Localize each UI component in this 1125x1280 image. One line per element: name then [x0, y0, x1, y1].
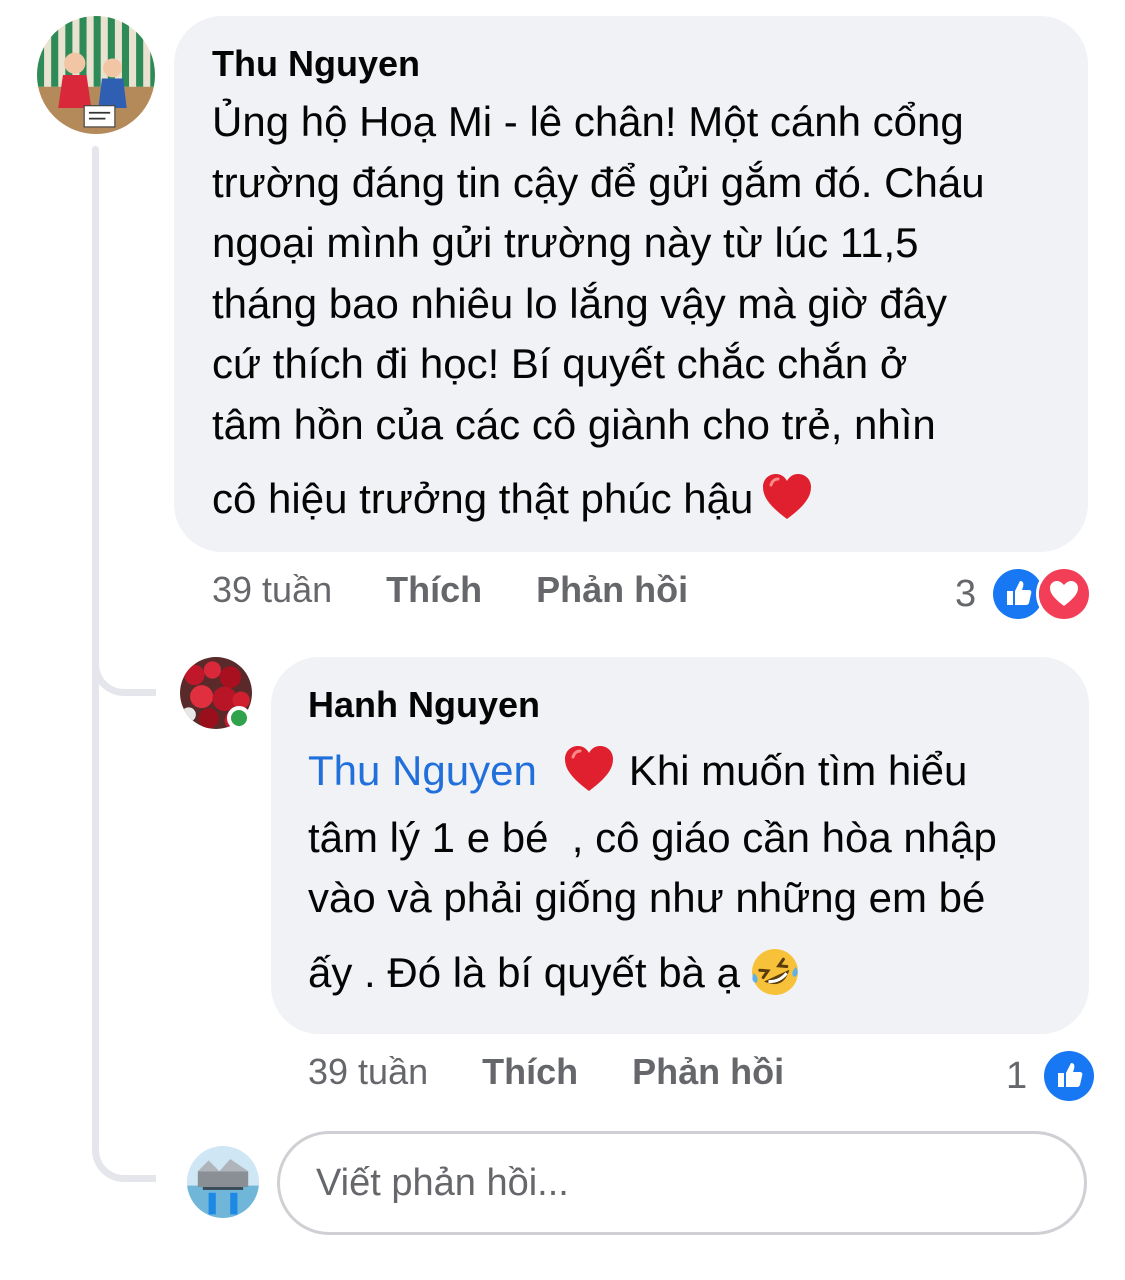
- avatar-thu-nguyen[interactable]: [37, 16, 155, 134]
- reply-text-line: tâm lý 1 e bé , cô giáo cần hòa nhập: [308, 813, 997, 861]
- reaction-count: 3: [955, 572, 977, 615]
- mention-link[interactable]: Thu Nguyen: [308, 747, 537, 794]
- comment-time[interactable]: 39 tuần: [212, 570, 332, 610]
- heart-emoji-icon: [563, 745, 615, 793]
- comment-bubble: Thu Nguyen Ủng hộ Hoạ Mi - lê chân! Một …: [174, 16, 1088, 552]
- reply-actions: 39 tuần Thích Phản hồi: [308, 1052, 784, 1092]
- thread-connector-input: [92, 1138, 156, 1182]
- thread-line: [92, 146, 99, 1156]
- reply-author[interactable]: Hanh Nguyen: [308, 683, 1053, 727]
- heart-emoji-icon: [761, 473, 813, 521]
- comment-text-last: cô hiệu trưởng thật phúc hậu: [212, 475, 754, 522]
- online-status-indicator: [227, 706, 251, 730]
- reply-button[interactable]: Phản hồi: [536, 570, 688, 610]
- like-button[interactable]: Thích: [386, 570, 482, 610]
- reply-bubble: Hanh Nguyen Thu Nguyen Khi muốn tìm hiểu …: [271, 657, 1089, 1034]
- comment-author[interactable]: Thu Nguyen: [212, 42, 1052, 86]
- like-icon: [1041, 1048, 1098, 1104]
- comment-text-line: trường đáng tin cậy để gửi gắm đó. Cháu: [212, 158, 985, 206]
- like-button[interactable]: Thích: [482, 1052, 578, 1092]
- comment-text: Ủng hộ Hoạ Mi - lê chân! Một cánh cổng t…: [212, 92, 1052, 530]
- reply-text-line: Thu Nguyen Khi muốn tìm hiểu: [308, 741, 1053, 802]
- reply-text-last: ấy . Đó là bí quyết bà ạ: [308, 948, 740, 996]
- reply-text: Thu Nguyen Khi muốn tìm hiểu tâm lý 1 e b…: [308, 741, 1053, 1003]
- comment-text-line: ngoại mình gửi trường này từ lúc 11,5: [212, 219, 919, 266]
- reply-time[interactable]: 39 tuần: [308, 1052, 428, 1092]
- comment-text-line: tháng bao nhiêu lo lắng vậy mà giờ đây: [212, 279, 948, 327]
- comment-text-line: Ủng hộ Hoạ Mi - lê chân! Một cánh cổng: [212, 98, 964, 145]
- reply-reactions[interactable]: 1: [1006, 1048, 1098, 1104]
- thread-connector-reply: [92, 652, 156, 696]
- comment-text-line: cô hiệu trưởng thật phúc hậu: [212, 469, 1052, 530]
- comment-text-line: tâm hồn của các cô giành cho trẻ, nhìn: [212, 400, 936, 448]
- reply-text-line: ấy . Đó là bí quyết bà ạ: [308, 943, 1053, 1004]
- reply-text-first: Khi muốn tìm hiểu: [628, 747, 968, 794]
- rolling-laughing-emoji-icon: [750, 947, 800, 997]
- comment-text-line: cứ thích đi học! Bí quyết chắc chắn ở: [212, 340, 908, 387]
- love-icon: [1036, 566, 1093, 622]
- reaction-count: 1: [1006, 1054, 1028, 1097]
- comment-actions: 39 tuần Thích Phản hồi: [212, 570, 688, 610]
- reply-text-line: vào và phải giống như những em bé: [308, 874, 986, 921]
- reply-input[interactable]: Viết phản hồi...: [277, 1131, 1087, 1235]
- comment-reactions[interactable]: 3: [955, 566, 1093, 622]
- reply-button[interactable]: Phản hồi: [632, 1052, 784, 1092]
- avatar-current-user[interactable]: [187, 1146, 259, 1218]
